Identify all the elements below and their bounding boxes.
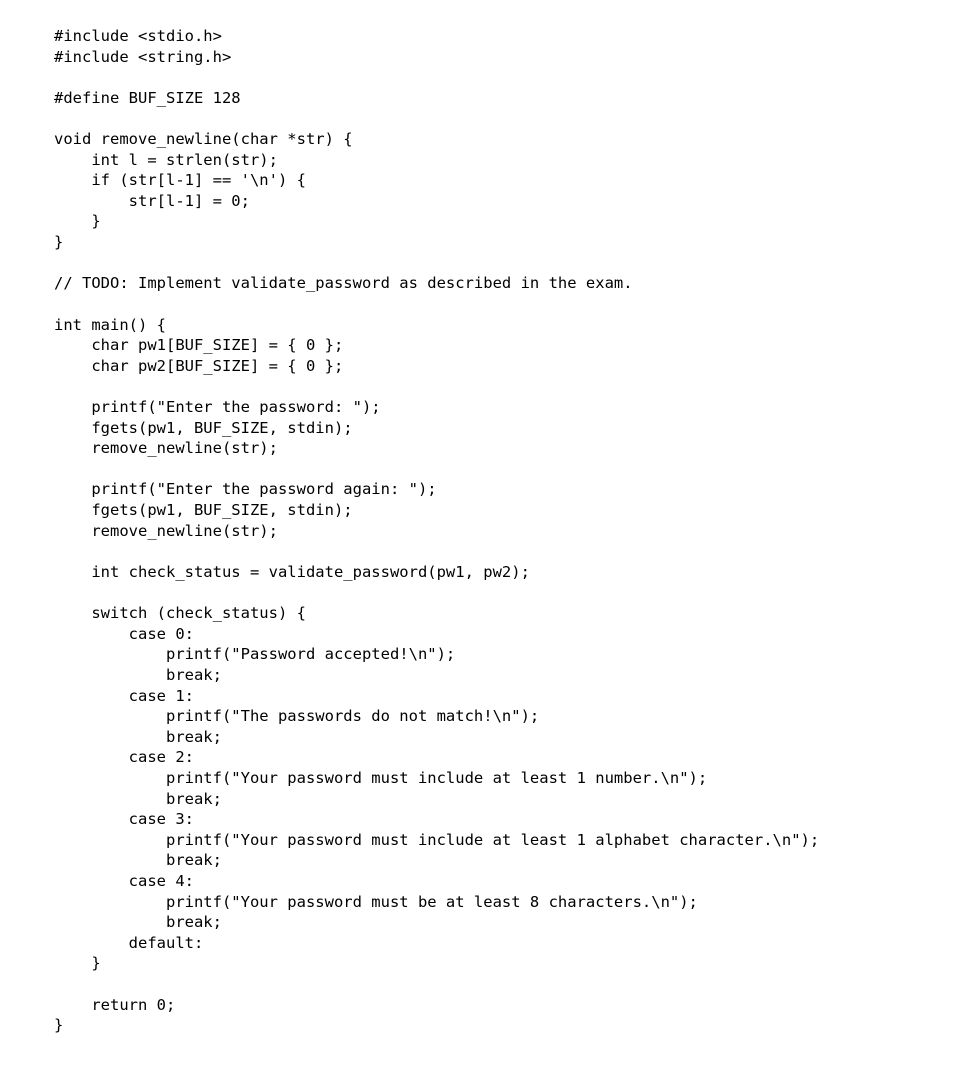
code-block: #include <stdio.h> #include <string.h> #… [0, 0, 967, 1076]
